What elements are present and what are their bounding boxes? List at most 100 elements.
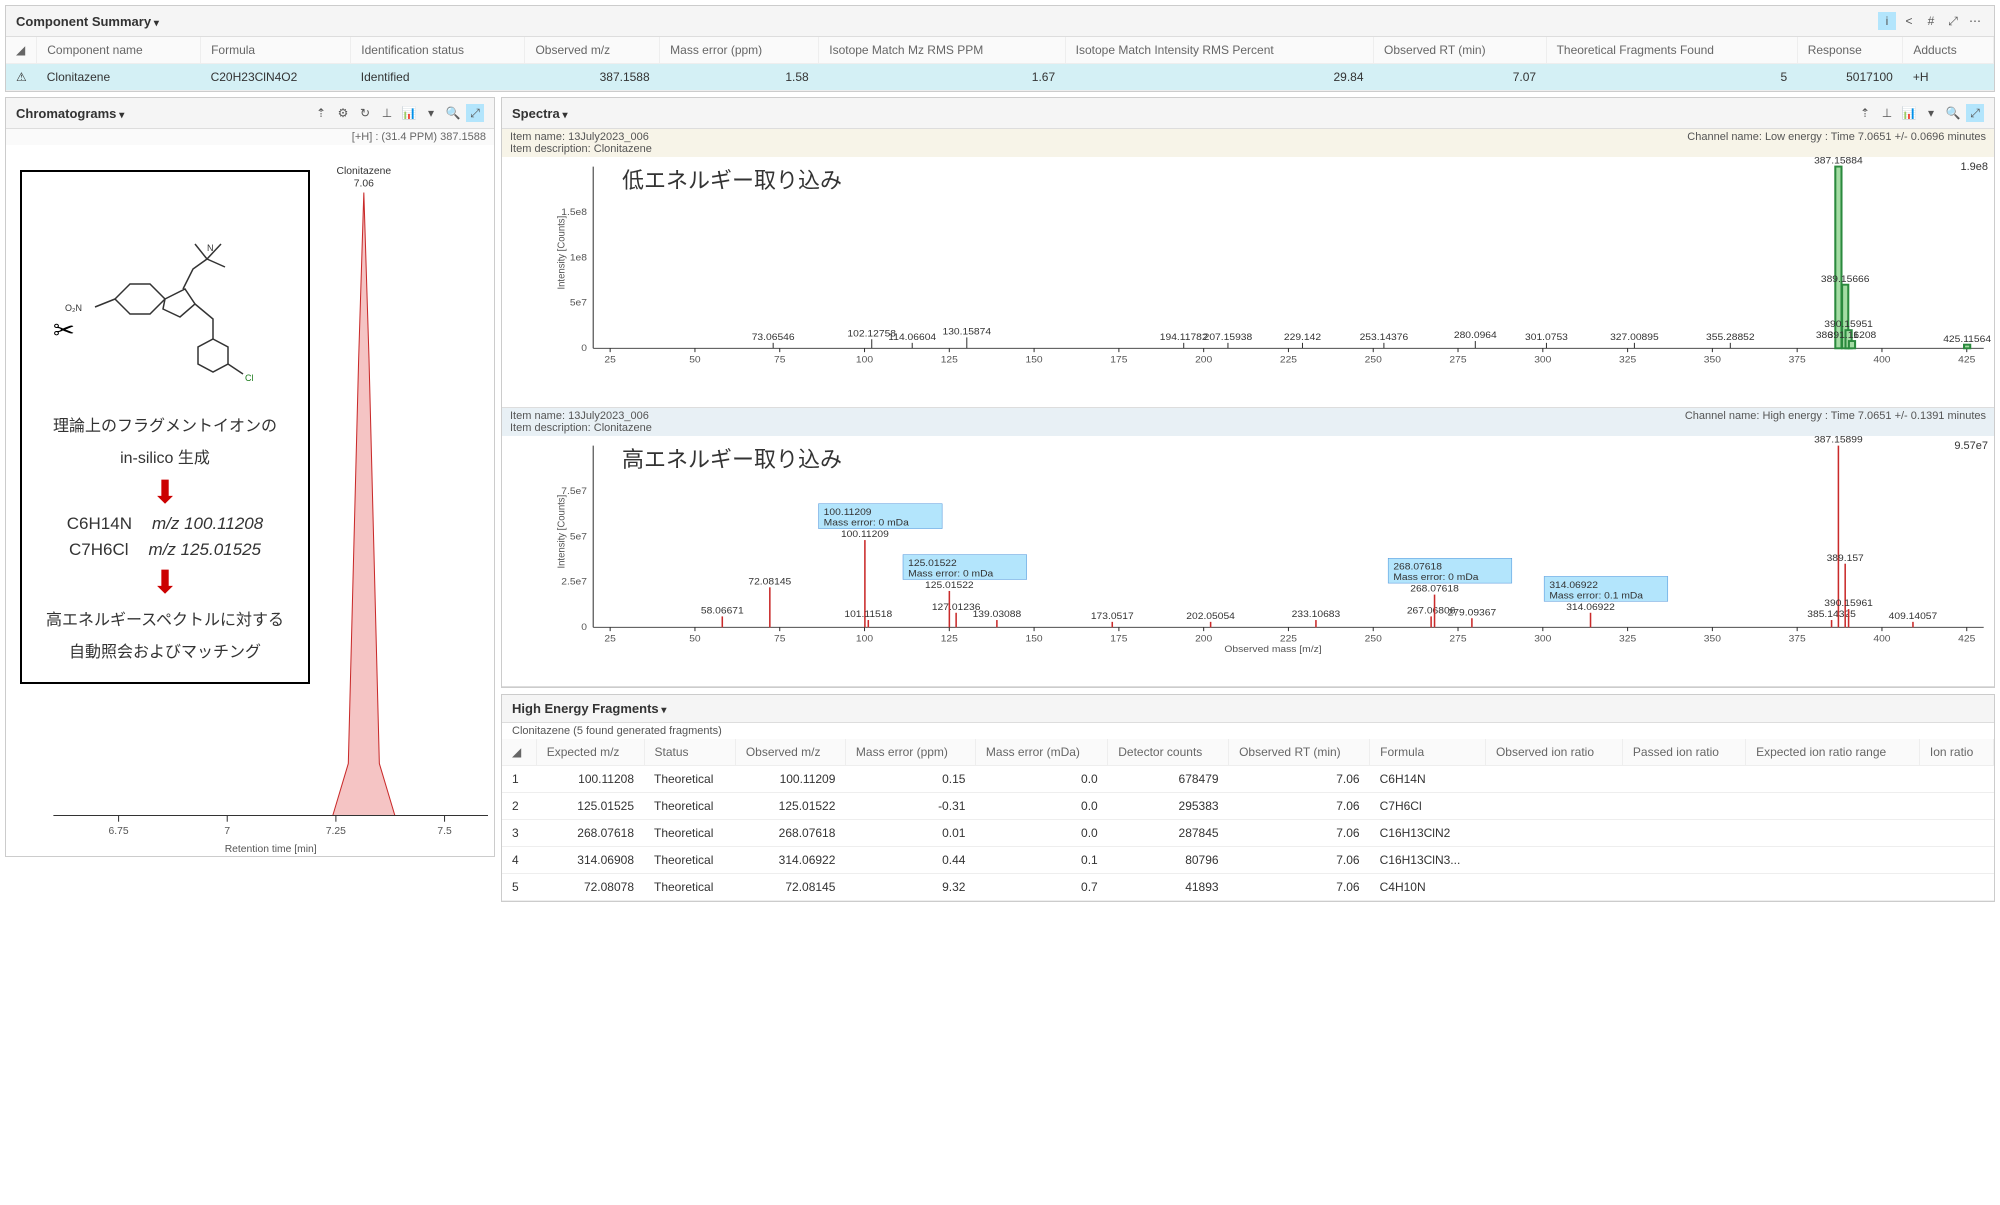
column-header[interactable]: Mass error (mDa)	[975, 739, 1107, 766]
chart-icon[interactable]: 📊	[400, 104, 418, 122]
frag1-mz: m/z 100.11208	[152, 514, 263, 534]
axis-icon[interactable]: ⊥	[1878, 104, 1896, 122]
column-header[interactable]: ◢	[502, 739, 536, 766]
svg-text:7.25: 7.25	[326, 826, 346, 837]
svg-text:275: 275	[1449, 355, 1467, 366]
column-header[interactable]: Isotope Match Mz RMS PPM	[819, 37, 1065, 64]
column-header[interactable]: Identification status	[351, 37, 525, 64]
column-header[interactable]: Component name	[37, 37, 201, 64]
refresh-icon[interactable]: ↻	[356, 104, 374, 122]
cell-rt: 7.06	[1229, 847, 1370, 874]
hash-icon[interactable]: #	[1922, 12, 1940, 30]
tool-peak-icon[interactable]: ⇡	[1856, 104, 1874, 122]
more-icon[interactable]: ⋯	[1966, 12, 1984, 30]
svg-text:175: 175	[1110, 355, 1128, 366]
column-header[interactable]: Observed ion ratio	[1485, 739, 1622, 766]
svg-text:375: 375	[1789, 355, 1807, 366]
svg-text:355.28852: 355.28852	[1706, 332, 1755, 343]
axis-icon[interactable]: ⊥	[378, 104, 396, 122]
low-energy-note: 低エネルギー取り込み	[622, 163, 842, 195]
high-energy-spectrum: Item name: 13July2023_006 Item descripti…	[502, 408, 1994, 687]
svg-text:389.15666: 389.15666	[1821, 274, 1870, 285]
cell-rt: 7.06	[1229, 793, 1370, 820]
svg-text:194.11782: 194.11782	[1160, 332, 1208, 343]
svg-text:50: 50	[689, 634, 701, 645]
column-header[interactable]: Expected m/z	[536, 739, 644, 766]
column-header[interactable]: Observed m/z	[735, 739, 845, 766]
dropdown-icon[interactable]: ▾	[422, 104, 440, 122]
cell-obs-mz: 100.11209	[735, 766, 845, 793]
column-header[interactable]: Mass error (ppm)	[660, 37, 819, 64]
column-header[interactable]: Isotope Match Intensity RMS Percent	[1065, 37, 1373, 64]
cell-obs-mz: 387.1588	[525, 64, 660, 91]
column-header[interactable]: Theoretical Fragments Found	[1546, 37, 1797, 64]
svg-text:114.06604: 114.06604	[888, 332, 936, 343]
table-row[interactable]: 5 72.08078 Theoretical 72.08145 9.32 0.7…	[502, 874, 1994, 901]
chromatograms-title[interactable]: Chromatograms	[16, 106, 124, 121]
cell-index: 5	[502, 874, 536, 901]
settings-icon[interactable]: ⚙	[334, 104, 352, 122]
row-marker-header[interactable]: ◢	[6, 37, 37, 64]
column-header[interactable]: Mass error (ppm)	[845, 739, 975, 766]
high-energy-plot[interactable]: 高エネルギー取り込み 9.57e7 Intensity [Counts] Obs…	[502, 436, 1994, 686]
table-row[interactable]: 4 314.06908 Theoretical 314.06922 0.44 0…	[502, 847, 1994, 874]
share-icon[interactable]: <	[1900, 12, 1918, 30]
table-row[interactable]: 3 268.07618 Theoretical 268.07618 0.01 0…	[502, 820, 1994, 847]
info-icon[interactable]: i	[1878, 12, 1896, 30]
cell-index: 4	[502, 847, 536, 874]
svg-text:Mass error: 0 mDa: Mass error: 0 mDa	[908, 569, 994, 580]
cell-obs-mz: 72.08145	[735, 874, 845, 901]
fragments-title[interactable]: High Energy Fragments	[512, 701, 666, 716]
column-header[interactable]: Observed RT (min)	[1374, 37, 1547, 64]
expand-icon[interactable]: ⤢	[1944, 12, 1962, 30]
overlay-line1: 理論上のフラグメントイオンの	[34, 412, 296, 436]
table-row[interactable]: ⚠ Clonitazene C20H23ClN4O2 Identified 38…	[6, 64, 1994, 91]
cell-iso-int: 29.84	[1065, 64, 1373, 91]
tool-peak-icon[interactable]: ⇡	[312, 104, 330, 122]
cell-index: 2	[502, 793, 536, 820]
arrow-down-icon: ⬇	[34, 476, 296, 508]
expand-icon[interactable]: ⤢	[1966, 104, 1984, 122]
spectra-title[interactable]: Spectra	[512, 106, 568, 121]
svg-text:400: 400	[1873, 634, 1891, 645]
svg-text:225: 225	[1280, 634, 1298, 645]
zoom-icon[interactable]: 🔍	[444, 104, 462, 122]
low-energy-spectrum: Item name: 13July2023_006 Item descripti…	[502, 129, 1994, 408]
low-energy-plot[interactable]: 低エネルギー取り込み 1.9e8 Intensity [Counts] 2550…	[502, 157, 1994, 407]
overlay-line2: in-silico 生成	[34, 444, 296, 468]
table-row[interactable]: 2 125.01525 Theoretical 125.01522 -0.31 …	[502, 793, 1994, 820]
cell-exp-mz: 268.07618	[536, 820, 644, 847]
column-header[interactable]: Passed ion ratio	[1622, 739, 1745, 766]
component-summary-panel: Component Summary i < # ⤢ ⋯ ◢Component n…	[5, 5, 1995, 92]
main-peak	[1964, 345, 1970, 349]
svg-text:7: 7	[224, 826, 230, 837]
svg-text:225: 225	[1280, 355, 1298, 366]
column-header[interactable]: Detector counts	[1108, 739, 1229, 766]
svg-text:2.5e7: 2.5e7	[561, 577, 587, 588]
ymax-label: 1.9e8	[1960, 161, 1988, 173]
high-energy-note: 高エネルギー取り込み	[622, 442, 842, 474]
component-summary-title[interactable]: Component Summary	[16, 14, 159, 29]
cell-mass-err: 1.58	[660, 64, 819, 91]
svg-text:125: 125	[941, 634, 959, 645]
column-header[interactable]: Response	[1797, 37, 1903, 64]
column-header[interactable]: Formula	[1370, 739, 1486, 766]
svg-text:130.15874: 130.15874	[942, 327, 991, 338]
chart-icon[interactable]: 📊	[1900, 104, 1918, 122]
column-header[interactable]: Observed RT (min)	[1229, 739, 1370, 766]
column-header[interactable]: Expected ion ratio range	[1746, 739, 1920, 766]
column-header[interactable]: Adducts	[1903, 37, 1994, 64]
zoom-icon[interactable]: 🔍	[1944, 104, 1962, 122]
column-header[interactable]: Formula	[201, 37, 351, 64]
dropdown-icon[interactable]: ▾	[1922, 104, 1940, 122]
cell-counts: 41893	[1108, 874, 1229, 901]
low-energy-header: Item name: 13July2023_006 Item descripti…	[502, 129, 1994, 157]
overlay-line3: 高エネルギースペクトルに対する	[34, 606, 296, 630]
fragments-header: High Energy Fragments	[502, 695, 1994, 723]
expand-icon[interactable]: ⤢	[466, 104, 484, 122]
column-header[interactable]: Status	[644, 739, 735, 766]
cell-obs-mz: 314.06922	[735, 847, 845, 874]
table-row[interactable]: 1 100.11208 Theoretical 100.11209 0.15 0…	[502, 766, 1994, 793]
column-header[interactable]: Observed m/z	[525, 37, 660, 64]
column-header[interactable]: Ion ratio	[1919, 739, 1993, 766]
